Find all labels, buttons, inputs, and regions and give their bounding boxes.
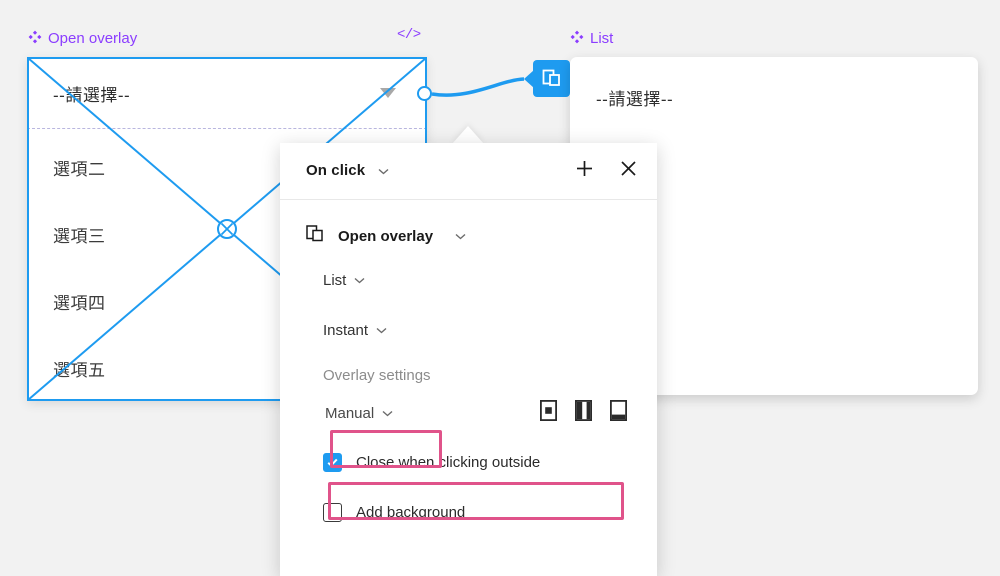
close-when-clicking-outside-row[interactable]: Close when clicking outside: [280, 437, 657, 487]
close-outside-label: Close when clicking outside: [356, 453, 541, 471]
plus-icon: [575, 159, 594, 183]
connector-endpoint-circle[interactable]: [417, 86, 432, 101]
add-background-row[interactable]: Add background: [280, 487, 657, 537]
add-background-label: Add background: [356, 503, 466, 521]
add-background-checkbox[interactable]: [323, 502, 342, 522]
position-presets: [539, 399, 627, 426]
popup-title: On click: [306, 162, 366, 180]
popup-header: On click: [280, 143, 657, 200]
add-interaction-button[interactable]: [573, 160, 595, 182]
animation-label: Instant: [323, 321, 369, 339]
destination-label: List: [323, 271, 347, 289]
close-icon: [619, 159, 638, 183]
position-center-icon[interactable]: [539, 399, 557, 426]
figma-canvas: Open overlay </> --請選擇-- 選項二 選項三 選項四 選項五: [0, 0, 1000, 576]
chevron-down-icon: [354, 271, 365, 289]
overlay-settings-label: Overlay settings: [323, 367, 431, 384]
frame-label-list[interactable]: List: [570, 30, 613, 47]
overlay-position-row: Manual: [280, 389, 657, 437]
popup-pointer: [452, 126, 484, 144]
chevron-down-icon: [378, 162, 389, 180]
select-value: --請選擇--: [596, 90, 674, 109]
popup-body: Open overlay List Instant Overlay settin…: [280, 200, 657, 537]
chevron-down-icon: [455, 227, 466, 245]
chevron-down-icon: [376, 321, 387, 339]
chevron-down-icon: [382, 404, 393, 422]
animation-dropdown[interactable]: Instant: [280, 305, 657, 355]
frame-label-text: List: [590, 30, 614, 47]
popup-header-actions: [573, 160, 639, 182]
open-overlay-icon: [542, 69, 561, 88]
open-overlay-badge[interactable]: [533, 60, 570, 97]
open-overlay-icon: [306, 224, 324, 248]
close-popup-button[interactable]: [617, 160, 639, 182]
position-dropdown[interactable]: Manual: [323, 399, 402, 427]
component-diamond-icon: [570, 30, 584, 47]
position-label: Manual: [325, 404, 375, 422]
prototype-interaction-popup: On click Open overlay List Instant Overl…: [280, 143, 657, 576]
position-left-icon[interactable]: [574, 399, 592, 426]
destination-dropdown[interactable]: List: [280, 255, 657, 305]
close-outside-checkbox[interactable]: [323, 452, 342, 472]
trigger-dropdown[interactable]: On click: [306, 162, 389, 180]
position-bottom-icon[interactable]: [609, 399, 627, 426]
action-label: Open overlay: [338, 227, 434, 245]
action-dropdown[interactable]: Open overlay: [280, 217, 657, 255]
